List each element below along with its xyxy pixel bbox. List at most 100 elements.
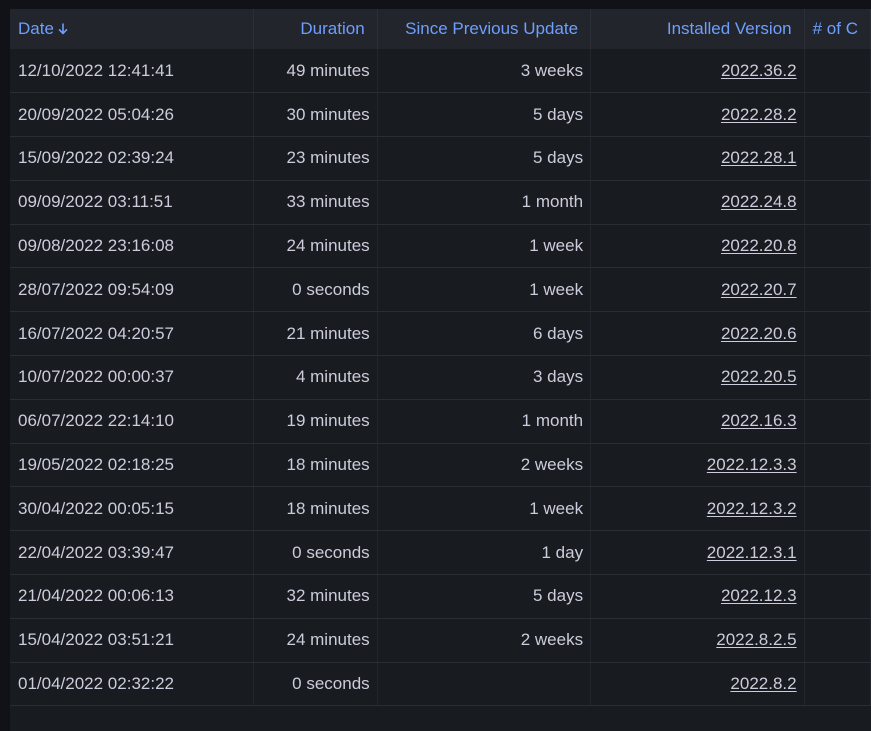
column-header-count[interactable]: # of C [804,9,871,49]
arrow-down-icon [58,20,68,40]
version-link[interactable]: 2022.20.8 [721,236,797,255]
table-row: 15/09/2022 02:39:24 23 minutes 5 days 2022.… [10,136,871,181]
table-row: 06/07/2022 22:14:10 19 minutes 1 month 2022… [10,399,871,444]
cell-since-previous-update: 5 days [377,574,592,619]
cell-since-previous-update [377,662,592,707]
cell-since-previous-update: 1 week [377,486,592,532]
version-link[interactable]: 2022.36.2 [721,61,797,80]
cell-installed-version: 2022.16.3 [590,399,805,444]
cell-duration: 4 minutes [253,355,378,400]
table-header-row: Date Duration Since Previous Update Inst… [10,9,871,49]
updates-table-panel: Date Duration Since Previous Update Inst… [10,9,871,731]
version-link[interactable]: 2022.8.2.5 [716,630,796,649]
cell-date: 15/04/2022 03:51:21 [10,618,254,663]
cell-duration: 18 minutes [253,443,378,488]
table-row: 09/08/2022 23:16:08 24 minutes 1 week 2022.… [10,224,871,269]
cell-installed-version: 2022.36.2 [590,49,805,94]
cell-installed-version: 2022.28.1 [590,136,805,181]
cell-date: 19/05/2022 02:18:25 [10,443,254,488]
table-row: 15/04/2022 03:51:21 24 minutes 2 weeks 2022… [10,618,871,663]
cell-duration: 0 seconds [253,530,378,576]
cell-count [804,267,871,313]
cell-date: 28/07/2022 09:54:09 [10,267,254,313]
cell-installed-version: 2022.12.3 [590,574,805,619]
column-header-since-previous-update[interactable]: Since Previous Update [377,9,592,49]
column-header-label: # of C [812,19,858,38]
cell-installed-version: 2022.8.2 [590,662,805,707]
column-header-label: Duration [300,19,365,38]
cell-duration: 24 minutes [253,224,378,269]
cell-date: 22/04/2022 03:39:47 [10,530,254,576]
cell-since-previous-update: 6 days [377,311,592,357]
cell-count [804,618,871,663]
table-row: 12/10/2022 12:41:41 49 minutes 3 weeks 2022… [10,49,871,94]
column-header-installed-version[interactable]: Installed Version [590,9,805,49]
version-link[interactable]: 2022.20.5 [721,367,797,386]
cell-count [804,49,871,94]
version-link[interactable]: 2022.12.3.1 [707,543,797,562]
cell-date: 01/04/2022 02:32:22 [10,662,254,707]
version-link[interactable]: 2022.20.7 [721,280,797,299]
table-row: 19/05/2022 02:18:25 18 minutes 2 weeks 2022… [10,443,871,488]
version-link[interactable]: 2022.12.3.3 [707,455,797,474]
updates-table: Date Duration Since Previous Update Inst… [10,9,871,707]
version-link[interactable]: 2022.28.1 [721,148,797,167]
cell-count [804,355,871,400]
cell-since-previous-update: 1 day [377,530,592,576]
table-row: 01/04/2022 02:32:22 0 seconds 2022.8.2 [10,662,871,707]
cell-duration: 19 minutes [253,399,378,444]
cell-installed-version: 2022.8.2.5 [590,618,805,663]
version-link[interactable]: 2022.28.2 [721,105,797,124]
cell-date: 20/09/2022 05:04:26 [10,92,254,138]
cell-date: 09/08/2022 23:16:08 [10,224,254,269]
cell-count [804,399,871,444]
table-row: 30/04/2022 00:05:15 18 minutes 1 week 2022.… [10,486,871,532]
table-row: 16/07/2022 04:20:57 21 minutes 6 days 2022.… [10,311,871,357]
table-row: 21/04/2022 00:06:13 32 minutes 5 days 2022.… [10,574,871,619]
cell-installed-version: 2022.24.8 [590,180,805,225]
cell-since-previous-update: 2 weeks [377,618,592,663]
column-header-label: Installed Version [666,19,792,38]
cell-count [804,530,871,576]
cell-duration: 18 minutes [253,486,378,532]
cell-installed-version: 2022.20.5 [590,355,805,400]
cell-date: 10/07/2022 00:00:37 [10,355,254,400]
cell-duration: 24 minutes [253,618,378,663]
version-link[interactable]: 2022.12.3 [721,586,797,605]
table-row: 20/09/2022 05:04:26 30 minutes 5 days 2022.… [10,92,871,138]
column-header-label: Date [18,18,54,38]
cell-duration: 30 minutes [253,92,378,138]
cell-since-previous-update: 2 weeks [377,443,592,488]
cell-duration: 0 seconds [253,662,378,707]
cell-installed-version: 2022.28.2 [590,92,805,138]
cell-count [804,136,871,181]
cell-since-previous-update: 1 week [377,267,592,313]
cell-date: 09/09/2022 03:11:51 [10,180,254,225]
cell-since-previous-update: 1 month [377,399,592,444]
cell-since-previous-update: 5 days [377,136,592,181]
cell-installed-version: 2022.20.8 [590,224,805,269]
cell-installed-version: 2022.12.3.2 [590,486,805,532]
cell-duration: 49 minutes [253,49,378,94]
version-link[interactable]: 2022.16.3 [721,411,797,430]
cell-date: 06/07/2022 22:14:10 [10,399,254,444]
cell-count [804,180,871,225]
column-header-duration[interactable]: Duration [253,9,378,49]
cell-count [804,92,871,138]
version-link[interactable]: 2022.12.3.2 [707,499,797,518]
table-row: 09/09/2022 03:11:51 33 minutes 1 month 2022… [10,180,871,225]
cell-since-previous-update: 1 month [377,180,592,225]
cell-date: 16/07/2022 04:20:57 [10,311,254,357]
version-link[interactable]: 2022.24.8 [721,192,797,211]
version-link[interactable]: 2022.8.2 [730,674,796,693]
cell-duration: 0 seconds [253,267,378,313]
table-row: 22/04/2022 03:39:47 0 seconds 1 day 2022.12… [10,530,871,576]
version-link[interactable]: 2022.20.6 [721,324,797,343]
column-header-label: Since Previous Update [405,19,579,38]
cell-since-previous-update: 3 weeks [377,49,592,94]
cell-count [804,311,871,357]
cell-duration: 23 minutes [253,136,378,181]
column-header-date[interactable]: Date [10,9,254,49]
cell-duration: 32 minutes [253,574,378,619]
cell-count [804,574,871,619]
